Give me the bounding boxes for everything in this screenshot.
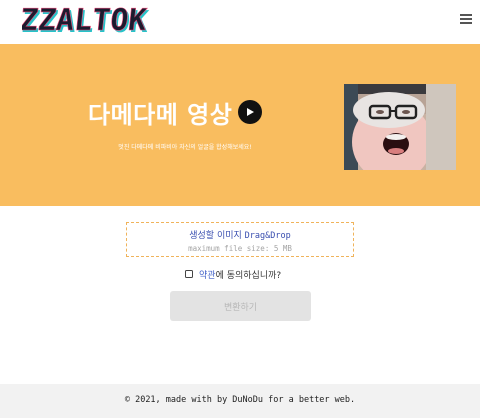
footer-text: © 2021, made with by DuNoDu for a better…	[124, 395, 356, 405]
convert-button[interactable]: 변환하기	[170, 291, 311, 321]
terms-agreement: 약관 에 동의하십니까?	[185, 268, 282, 281]
play-icon[interactable]	[238, 100, 263, 124]
dropzone-label: 생성할 이미지 Drag&Drop	[127, 228, 353, 241]
terms-link[interactable]: 약관	[199, 268, 216, 281]
menu-bar	[460, 14, 472, 16]
preview-face-image	[344, 84, 456, 170]
hero-title: 다메다메 영상	[88, 96, 263, 129]
menu-bar	[460, 18, 472, 20]
dropzone-label-text: 생성할 이미지	[189, 231, 242, 241]
terms-checkbox[interactable]	[185, 270, 193, 278]
hero-subtitle: 멋진 다메다메 비파비아 자신의 얼굴을 합성해보세요!	[118, 144, 252, 151]
hero-title-text: 다메다메 영상	[88, 100, 233, 129]
dropzone-size-hint: maximum file size: 5 MB	[188, 244, 292, 253]
logo-text: ZZALTOK	[22, 3, 148, 38]
menu-bar	[460, 22, 472, 24]
dropzone-drag-label: Drag&Drop	[244, 231, 291, 241]
footer: © 2021, made with by DuNoDu for a better…	[0, 384, 480, 418]
hamburger-menu-icon[interactable]	[460, 14, 472, 24]
terms-suffix: 에 동의하십니까?	[215, 270, 282, 281]
play-triangle	[247, 108, 255, 116]
image-dropzone[interactable]: 생성할 이미지 Drag&Drop maximum file size: 5 M…	[126, 222, 354, 257]
header: ZZALTOK ZZALTOK	[0, 0, 480, 44]
zzaltok-logo[interactable]: ZZALTOK ZZALTOK	[22, 2, 152, 40]
